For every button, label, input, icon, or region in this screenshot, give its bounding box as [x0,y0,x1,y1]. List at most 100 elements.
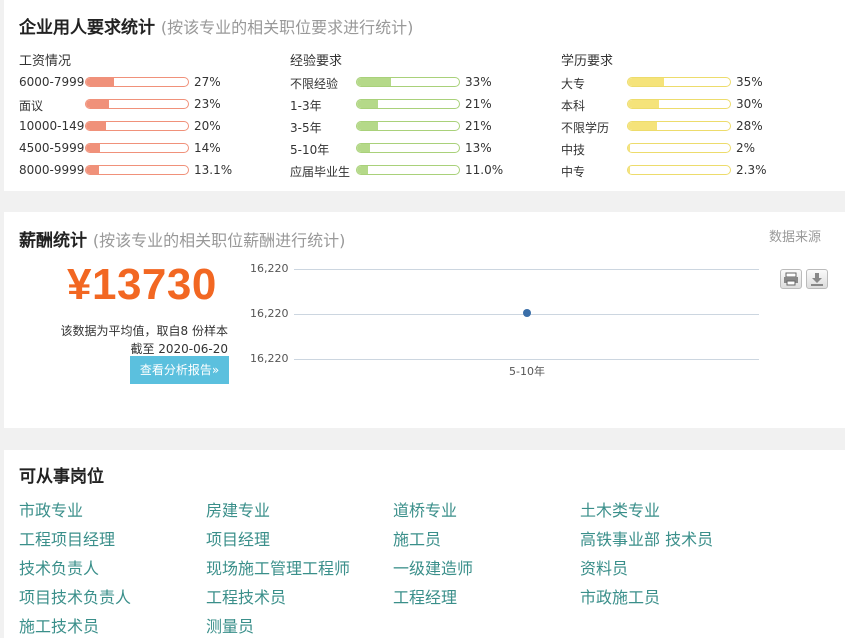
stat-row: 中技 2% [561,141,821,157]
stat-bar-fill [628,78,664,86]
print-icon[interactable] [780,269,802,289]
stat-percent: 13.1% [194,163,233,177]
stat-row: 不限经验 33% [290,75,550,91]
stat-percent: 21% [465,97,492,111]
stat-percent: 28% [736,119,763,133]
stat-row: 4500-5999 14% [19,141,279,157]
view-report-button[interactable]: 查看分析报告» [130,356,229,384]
stat-bar-fill [86,78,114,86]
stat-bar [356,77,460,87]
download-icon[interactable] [806,269,828,289]
stat-percent: 35% [736,75,763,89]
stat-percent: 2% [736,141,756,155]
stat-label: 不限学历 [561,121,610,135]
stat-bar [627,77,731,87]
stat-label: 1-3年 [290,99,322,113]
job-link[interactable]: 现场施工管理工程师 [206,555,350,579]
grid-line [294,359,759,360]
stat-bar [85,99,189,109]
salary-subtitle: (按该专业的相关职位薪酬进行统计) [92,231,346,250]
job-link[interactable]: 技术负责人 [19,555,99,579]
stat-label: 5-10年 [290,143,330,157]
job-link[interactable]: 施工员 [393,526,441,550]
stat-bar-fill [628,144,631,152]
stat-row: 8000-9999 13.1% [19,163,279,179]
stat-label: 中专 [561,165,586,179]
stat-percent: 11.0% [465,163,504,177]
job-link[interactable]: 道桥专业 [393,497,457,521]
stat-label: 4500-5999 [19,141,85,155]
job-link[interactable]: 工程项目经理 [19,526,115,550]
stat-percent: 30% [736,97,763,111]
stat-percent: 20% [194,119,221,133]
y-tick-label: 16,220 [250,352,289,365]
average-salary: ¥13730 [67,260,217,309]
job-link[interactable]: 房建专业 [206,497,270,521]
stat-percent: 2.3% [736,163,767,177]
stat-label: 中技 [561,143,586,157]
stat-row: 面议 23% [19,97,279,113]
stat-row: 本科 30% [561,97,821,113]
salary-panel: 薪酬统计 (按该专业的相关职位薪酬进行统计) 数据来源 ¥13730 该数据为平… [4,212,845,428]
job-link[interactable]: 项目经理 [206,526,270,550]
stat-bar [627,143,731,153]
stat-bar-fill [357,100,379,108]
stat-row: 中专 2.3% [561,163,821,179]
stat-row: 不限学历 28% [561,119,821,135]
stat-label: 3-5年 [290,121,322,135]
stat-bar [356,121,460,131]
job-link[interactable]: 高铁事业部 技术员 [580,526,713,550]
stat-bar-fill [86,122,107,130]
stat-bar-fill [357,166,369,174]
stat-label: 本科 [561,99,586,113]
stat-bar [356,99,460,109]
stat-bar-fill [86,166,100,174]
column-title: 工资情况 [19,54,72,69]
data-point[interactable] [523,309,531,317]
job-link[interactable]: 项目技术负责人 [19,584,131,608]
stat-percent: 13% [465,141,492,155]
requirements-panel: 企业用人要求统计 (按该专业的相关职位要求进行统计) 工资情况 6000-7999… [4,0,845,191]
stat-percent: 23% [194,97,221,111]
job-link[interactable]: 土木类专业 [580,497,660,521]
job-link[interactable]: 一级建造师 [393,555,473,579]
stat-percent: 27% [194,75,221,89]
job-link[interactable]: 资料员 [580,555,628,579]
jobs-panel: 可从事岗位 市政专业 房建专业 道桥专业 土木类专业 工程项目经理 项目经理 施工员 高铁事业… [4,450,845,638]
stat-label: 面议 [19,99,44,113]
requirements-heading: 企业用人要求统计 (按该专业的相关职位要求进行统计) [19,13,413,38]
stat-percent: 33% [465,75,492,89]
stat-label: 不限经验 [290,77,339,91]
stat-row: 1-3年 21% [290,97,550,113]
stat-bar-fill [357,122,379,130]
stat-bar-fill [86,144,101,152]
requirements-title: 企业用人要求统计 [19,18,155,38]
stat-label: 10000-14999 [19,119,85,133]
stat-bar-fill [628,166,631,174]
grid-line [294,269,759,270]
data-source-link[interactable]: 数据来源 [769,226,821,245]
stat-bar-fill [357,78,391,86]
job-link[interactable]: 工程技术员 [206,584,286,608]
stat-label: 6000-7999 [19,75,85,89]
stat-bar [85,165,189,175]
stat-label: 8000-9999 [19,163,85,177]
stat-row: 10000-14999 20% [19,119,279,135]
job-link[interactable]: 市政施工员 [580,584,660,608]
salary-heading: 薪酬统计 (按该专业的相关职位薪酬进行统计) [19,226,345,251]
job-link[interactable]: 市政专业 [19,497,83,521]
column-title: 经验要求 [290,54,343,69]
stat-label: 应届毕业生 [290,165,351,179]
job-link[interactable]: 施工技术员 [19,613,99,637]
stat-bar [627,165,731,175]
stat-bar [627,99,731,109]
stat-bar-fill [628,122,657,130]
job-link[interactable]: 测量员 [206,613,254,637]
requirement-column: 经验要求不限经验 33% 1-3年 21% 3-5年 21% 5-10年 13% 应届毕业生 11… [290,50,550,179]
stat-label: 大专 [561,77,586,91]
y-tick-label: 16,220 [250,307,289,320]
stat-bar [85,77,189,87]
stat-percent: 14% [194,141,221,155]
job-link[interactable]: 工程经理 [393,584,457,608]
sample-note: 该数据为平均值，取自8 份样本 [60,324,228,338]
